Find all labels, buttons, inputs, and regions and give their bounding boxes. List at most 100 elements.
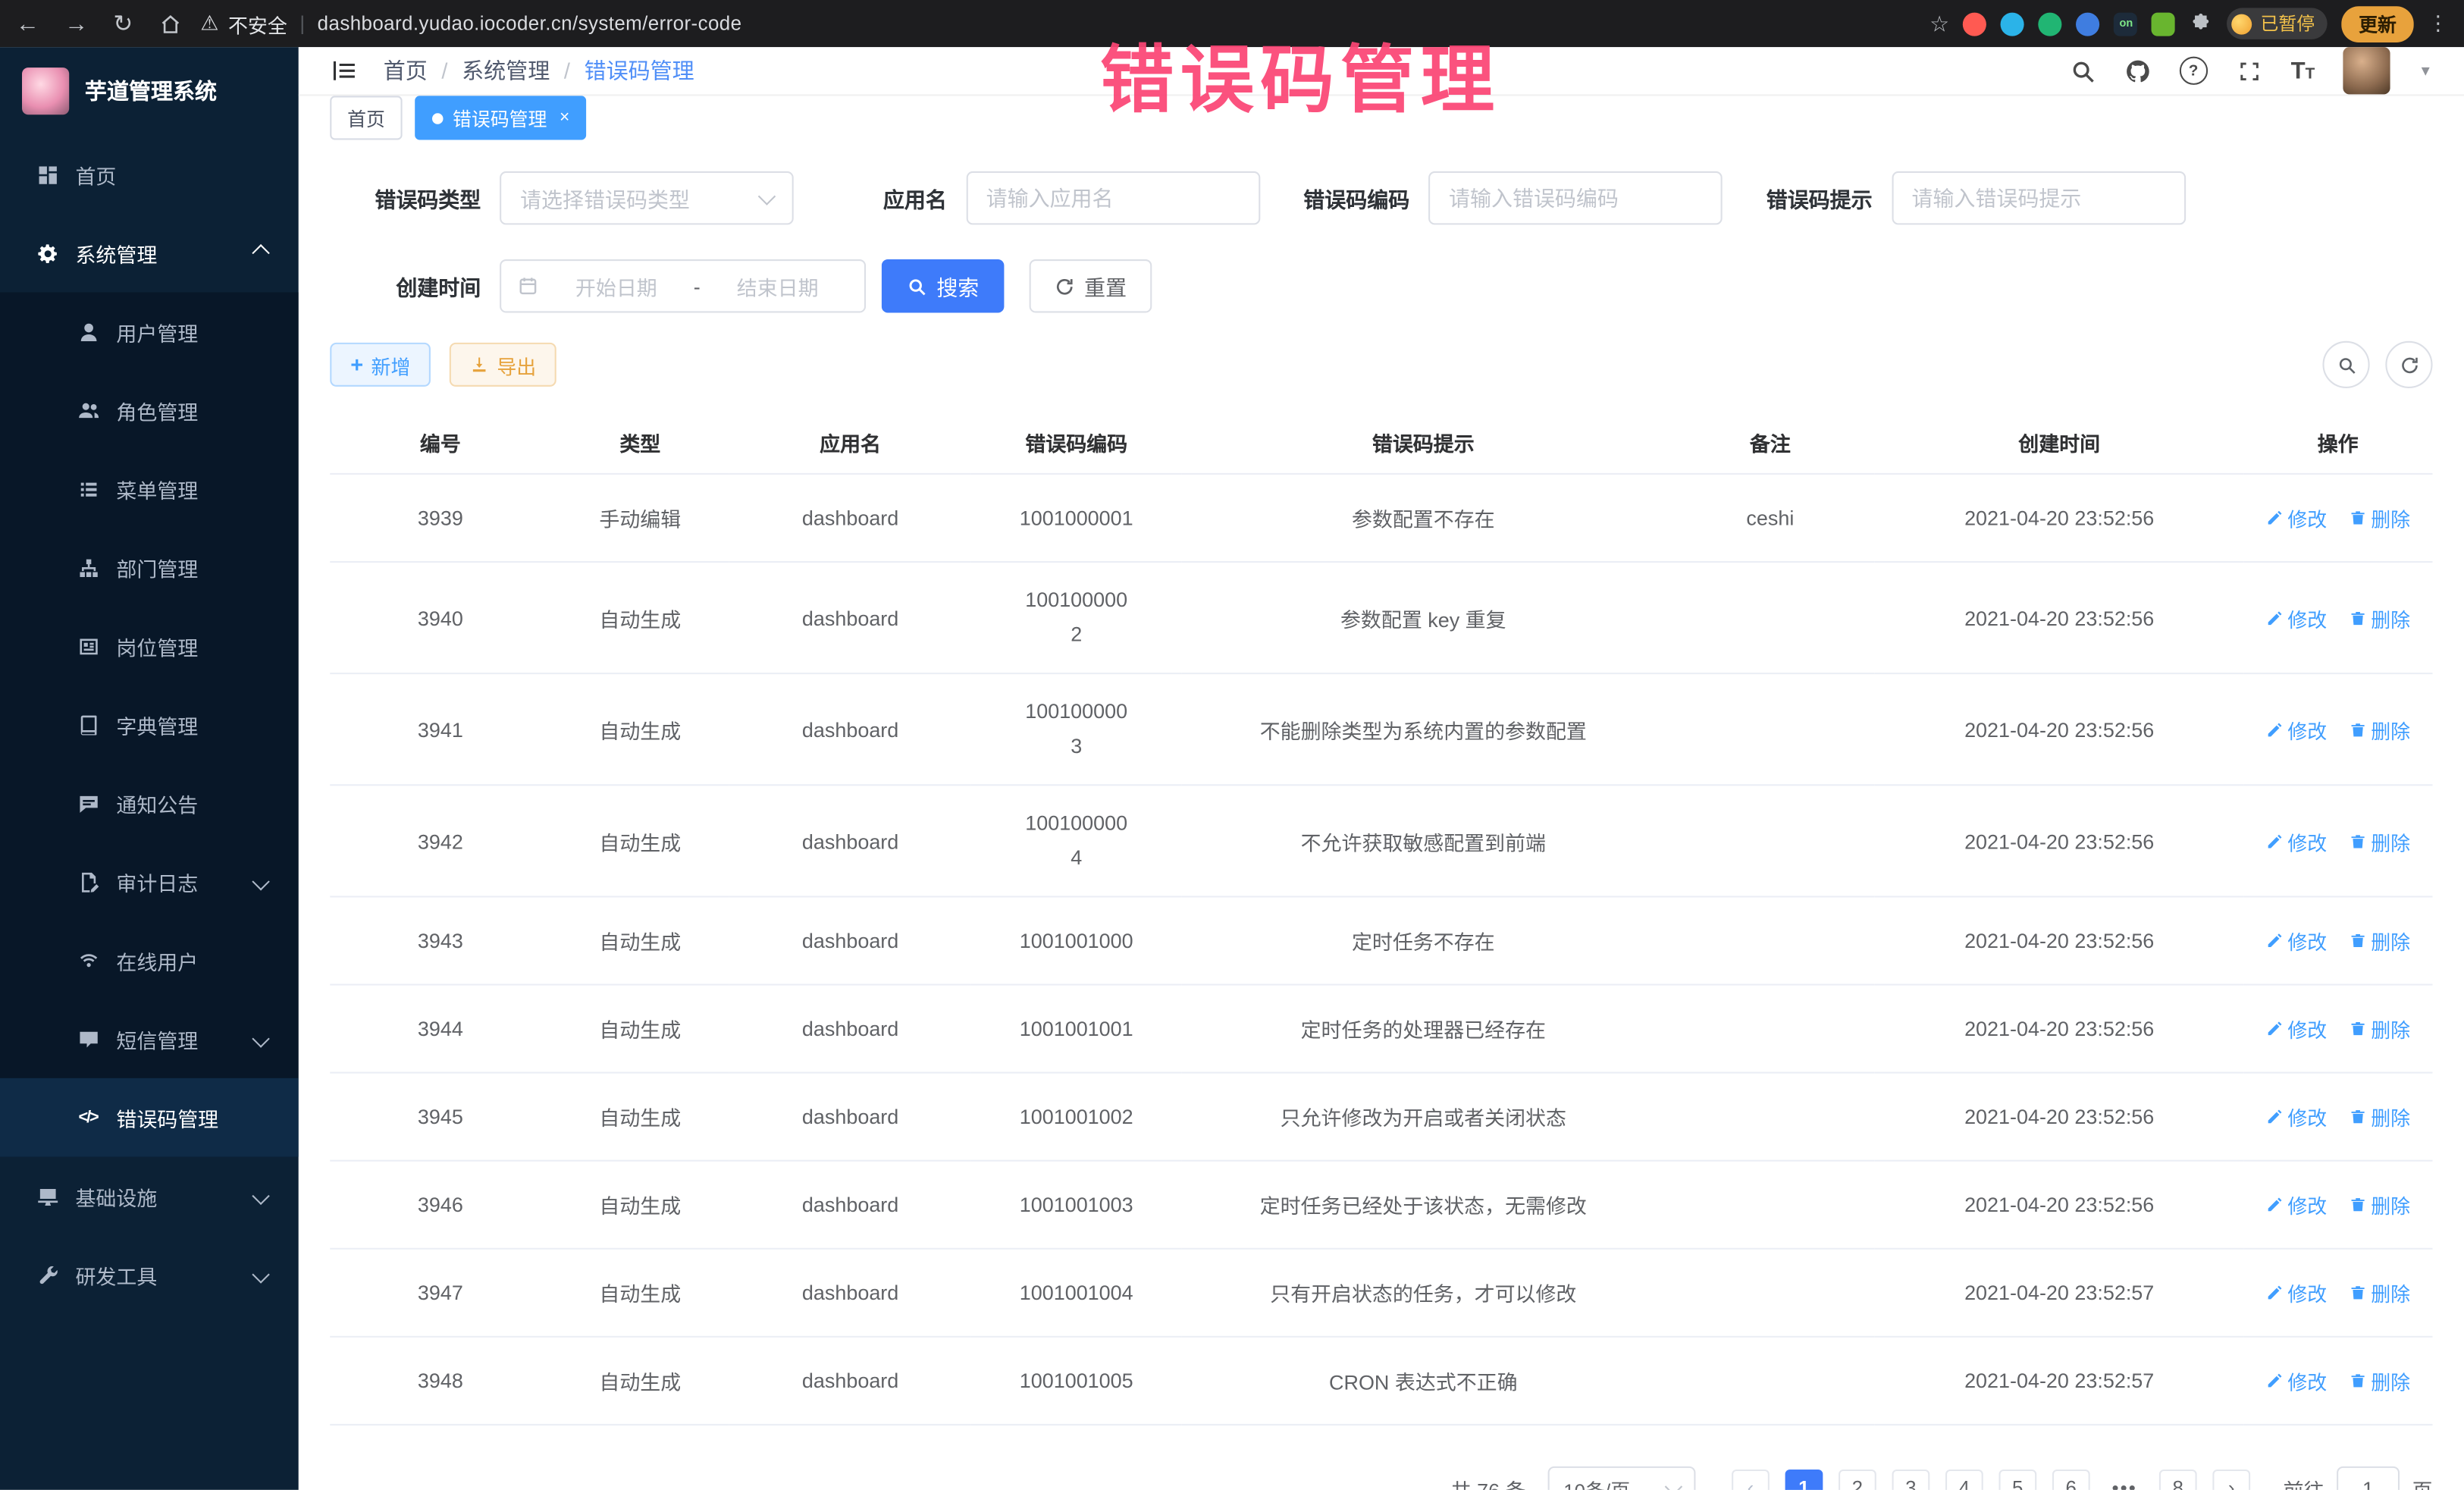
sidebar-item-error-code[interactable]: </>错误码管理 — [0, 1078, 299, 1157]
delete-link[interactable]: 删除 — [2349, 1014, 2410, 1043]
tab-home[interactable]: 首页 — [330, 96, 402, 140]
browser-menu-icon[interactable]: ⋮ — [2428, 11, 2448, 36]
delete-link[interactable]: 删除 — [2349, 714, 2410, 744]
puzzle-extensions-icon[interactable] — [2190, 12, 2213, 36]
sidebar-item-infra[interactable]: 基础设施 — [0, 1157, 299, 1236]
sidebar-item-menu[interactable]: 菜单管理 — [0, 450, 299, 529]
cell-code: 1001000004 — [971, 785, 1181, 896]
page-button-4[interactable]: 4 — [1945, 1470, 1983, 1490]
delete-link[interactable]: 删除 — [2349, 926, 2410, 955]
cell-operations: 修改删除 — [2243, 985, 2433, 1073]
home-icon[interactable] — [158, 12, 181, 36]
edit-link[interactable]: 修改 — [2265, 714, 2327, 744]
tab-error-code[interactable]: 错误码管理× — [415, 96, 587, 140]
sidebar-item-online-user[interactable]: 在线用户 — [0, 921, 299, 1000]
page-button-6[interactable]: 6 — [2052, 1470, 2090, 1490]
extension-lime-icon[interactable] — [2152, 12, 2176, 36]
sidebar-item-user[interactable]: 用户管理 — [0, 293, 299, 372]
goto-page-input[interactable] — [2337, 1466, 2400, 1490]
date-range-picker[interactable]: 开始日期 - 结束日期 — [500, 259, 866, 312]
address-bar[interactable]: dashboard.yudao.iocoder.cn/system/error-… — [318, 13, 742, 35]
cell-hint: 不允许获取敏感配置到前端 — [1181, 785, 1665, 896]
paused-badge[interactable]: 已暂停 — [2227, 8, 2328, 39]
chevron-down-icon[interactable]: ▼ — [2419, 63, 2432, 79]
edit-link[interactable]: 修改 — [2265, 1102, 2327, 1131]
edit-link[interactable]: 修改 — [2265, 503, 2327, 532]
edit-link[interactable]: 修改 — [2265, 1190, 2327, 1219]
sidebar-item-dept[interactable]: 部门管理 — [0, 528, 299, 607]
reload-icon[interactable]: ↻ — [113, 9, 133, 37]
app-name-input[interactable] — [966, 171, 1260, 224]
page-button-5[interactable]: 5 — [1998, 1470, 2036, 1490]
edit-link[interactable]: 修改 — [2265, 603, 2327, 632]
edit-link[interactable]: 修改 — [2265, 826, 2327, 855]
breadcrumb-home[interactable]: 首页 — [384, 55, 428, 86]
hide-search-button[interactable] — [2322, 341, 2369, 388]
extension-teal-icon[interactable] — [2002, 12, 2025, 36]
more-pages-icon[interactable]: ••• — [2105, 1470, 2143, 1490]
sidebar-item-role[interactable]: 角色管理 — [0, 371, 299, 450]
app-logo[interactable]: 芋道管理系统 — [0, 47, 299, 135]
delete-link[interactable]: 删除 — [2349, 1278, 2410, 1307]
help-icon[interactable]: ? — [2179, 57, 2207, 85]
edit-link[interactable]: 修改 — [2265, 926, 2327, 955]
delete-link[interactable]: 删除 — [2349, 1102, 2410, 1131]
page-button-8[interactable]: 8 — [2159, 1470, 2197, 1490]
table-row: 3947自动生成dashboard1001001004只有开启状态的任务，才可以… — [330, 1249, 2432, 1337]
back-icon[interactable]: ← — [16, 10, 39, 36]
edit-link[interactable]: 修改 — [2265, 1366, 2327, 1395]
cell-app: dashboard — [729, 562, 971, 673]
search-button[interactable]: 搜索 — [882, 259, 1005, 312]
refresh-table-button[interactable] — [2385, 341, 2432, 388]
page-button-1[interactable]: 1 — [1785, 1470, 1823, 1490]
error-code-input[interactable] — [1428, 171, 1723, 224]
extension-blue-icon[interactable] — [2077, 12, 2100, 36]
sidebar-item-audit-log[interactable]: 审计日志 — [0, 842, 299, 921]
sidebar-item-sms[interactable]: 短信管理 — [0, 999, 299, 1078]
font-size-icon[interactable]: TT — [2291, 58, 2315, 84]
edit-label: 修改 — [2287, 826, 2327, 855]
cell-remark — [1665, 985, 1875, 1073]
breadcrumb-system[interactable]: 系统管理 — [462, 55, 550, 86]
sidebar-item-system[interactable]: 系统管理 — [0, 214, 299, 293]
page-size-select[interactable]: 10条/页 — [1548, 1466, 1696, 1490]
github-icon[interactable] — [2124, 58, 2151, 84]
profile-face-icon — [2232, 14, 2252, 34]
fullscreen-icon[interactable] — [2236, 58, 2262, 84]
reset-button[interactable]: 重置 — [1030, 259, 1152, 312]
security-indicator[interactable]: ⚠ 不安全 | dashboard.yudao.iocoder.cn/syste… — [200, 8, 741, 38]
delete-link[interactable]: 删除 — [2349, 603, 2410, 632]
delete-link[interactable]: 删除 — [2349, 503, 2410, 532]
sidebar-item-post[interactable]: 岗位管理 — [0, 607, 299, 685]
next-page-button[interactable]: › — [2212, 1470, 2250, 1490]
page-button-3[interactable]: 3 — [1892, 1470, 1930, 1490]
sidebar-item-dict[interactable]: 字典管理 — [0, 685, 299, 764]
add-button[interactable]: + 新增 — [330, 343, 431, 387]
delete-label: 删除 — [2371, 826, 2410, 855]
column-header: 错误码编码 — [971, 410, 1181, 474]
error-hint-input[interactable] — [1891, 171, 2185, 224]
error-type-select[interactable]: 请选择错误码类型 — [500, 171, 794, 224]
cell-app: dashboard — [729, 1161, 971, 1249]
sidebar-item-dev-tool[interactable]: 研发工具 — [0, 1235, 299, 1314]
sidebar-fold-icon[interactable] — [330, 57, 358, 85]
edit-link[interactable]: 修改 — [2265, 1278, 2327, 1307]
page-button-2[interactable]: 2 — [1839, 1470, 1876, 1490]
search-icon[interactable] — [2069, 58, 2096, 84]
forward-icon[interactable]: → — [64, 10, 88, 36]
sidebar-item-notice[interactable]: 通知公告 — [0, 764, 299, 842]
bookmark-star-icon[interactable]: ☆ — [1930, 10, 1949, 36]
sidebar-item-home[interactable]: 首页 — [0, 135, 299, 214]
delete-link[interactable]: 删除 — [2349, 1190, 2410, 1219]
delete-link[interactable]: 删除 — [2349, 1366, 2410, 1395]
extension-red-icon[interactable] — [1964, 12, 1987, 36]
edit-link[interactable]: 修改 — [2265, 1014, 2327, 1043]
extension-green-icon[interactable] — [2039, 12, 2062, 36]
delete-link[interactable]: 删除 — [2349, 826, 2410, 855]
update-button[interactable]: 更新 — [2341, 5, 2413, 42]
extension-dark-icon[interactable]: on — [2114, 12, 2138, 36]
close-icon[interactable]: × — [560, 108, 569, 127]
prev-page-button[interactable]: ‹ — [1732, 1470, 1770, 1490]
user-avatar[interactable] — [2343, 47, 2390, 94]
export-button[interactable]: 导出 — [450, 343, 556, 387]
